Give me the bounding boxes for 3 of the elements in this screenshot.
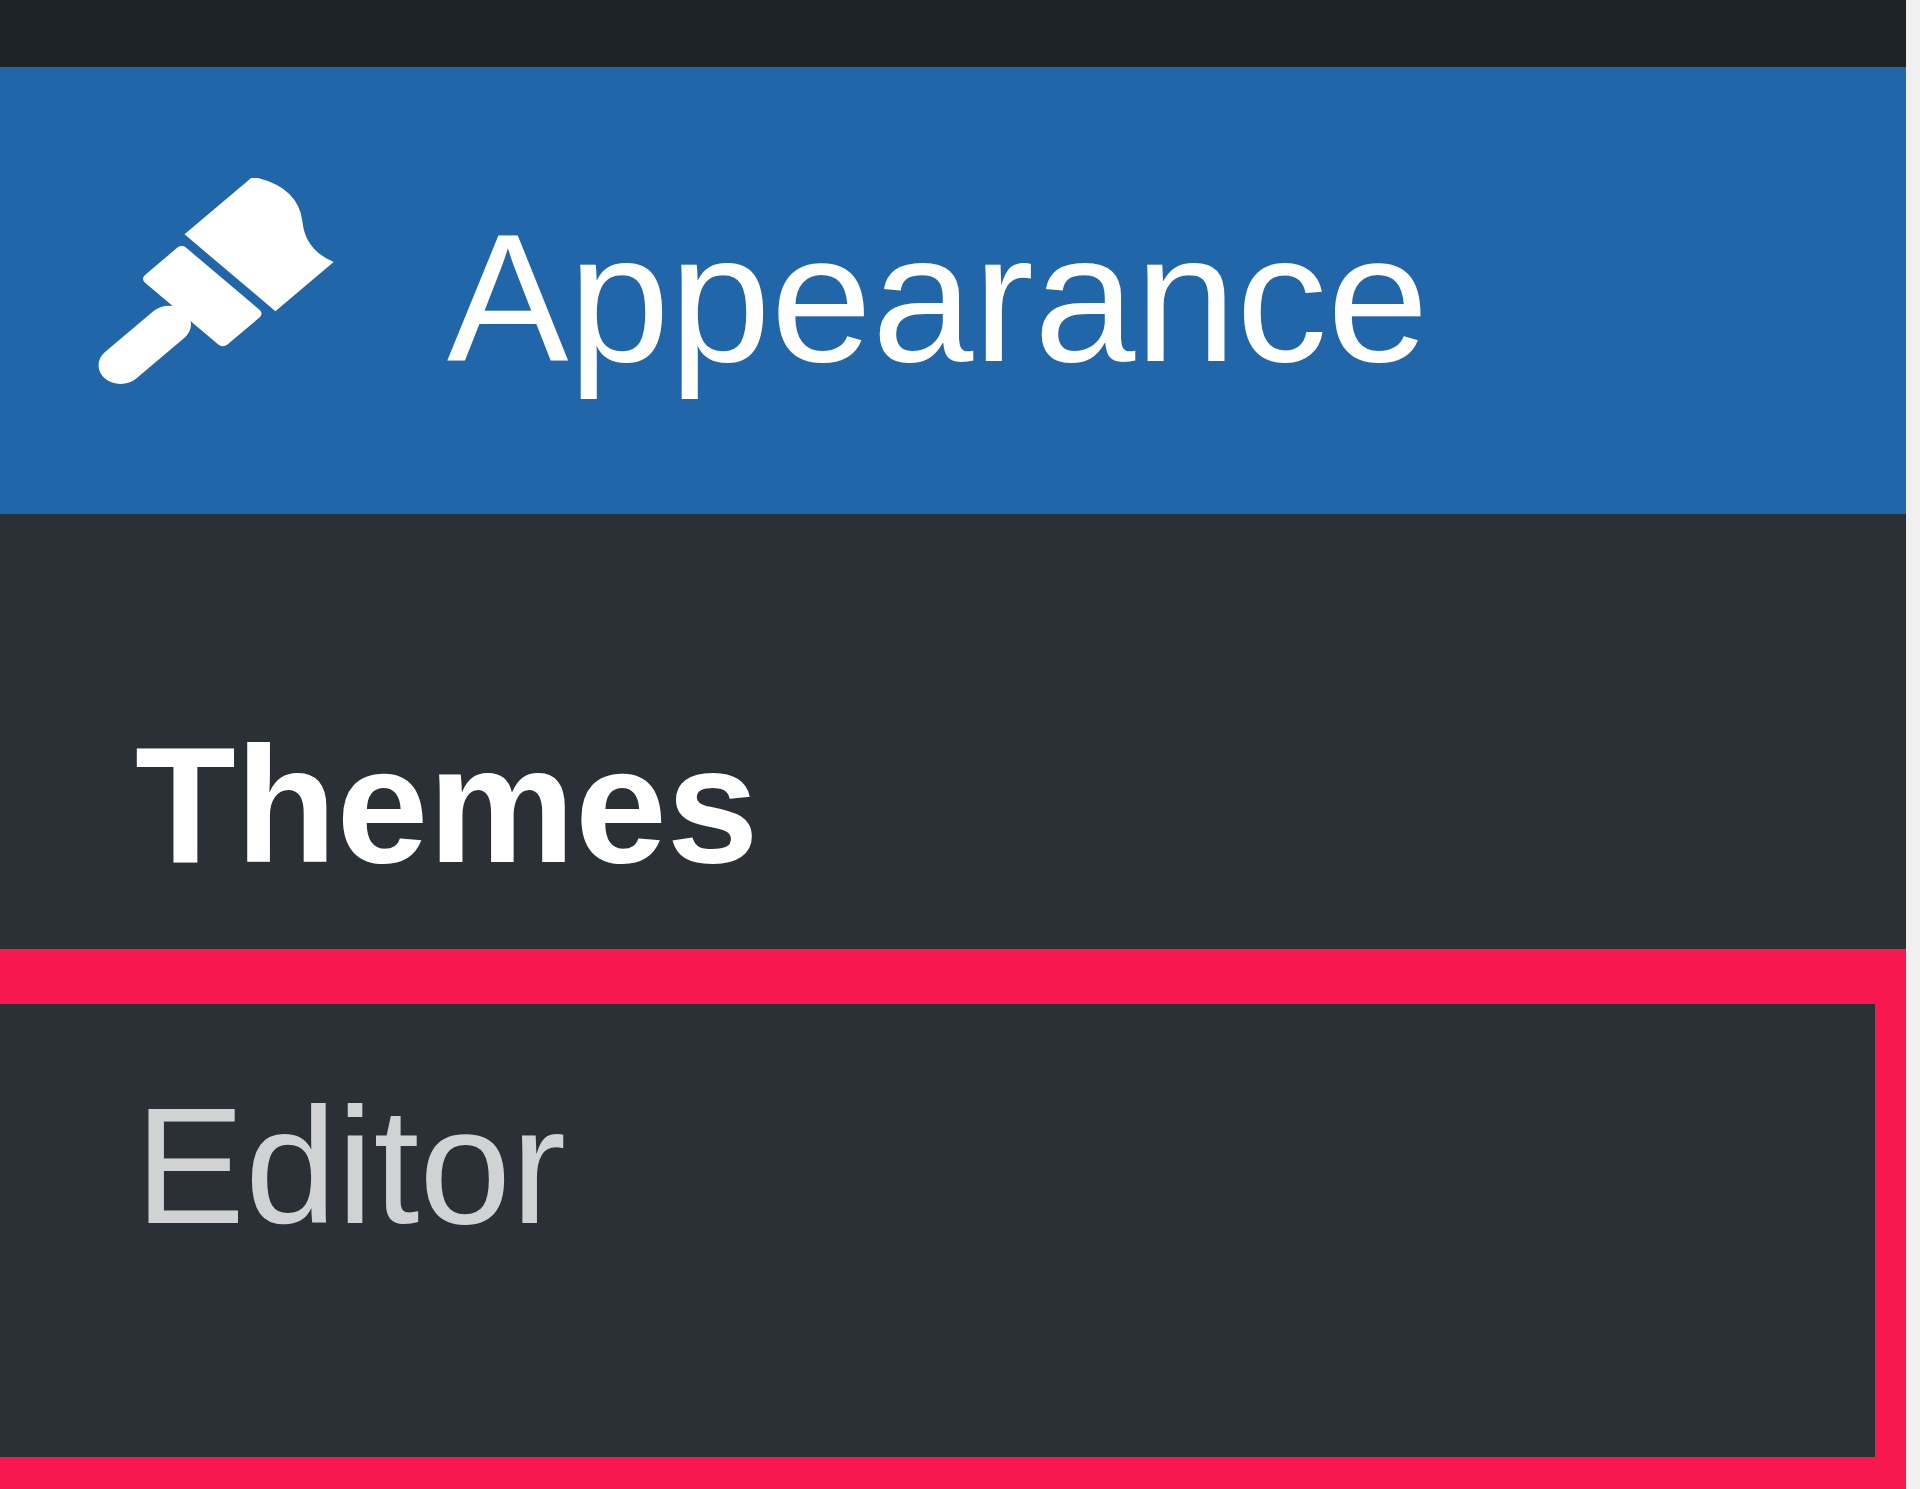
submenu-link[interactable]: Editor: [0, 949, 1906, 1489]
menu-item[interactable]: Appearance: [0, 67, 1906, 514]
submenu-link[interactable]: Themes: [0, 514, 1906, 949]
